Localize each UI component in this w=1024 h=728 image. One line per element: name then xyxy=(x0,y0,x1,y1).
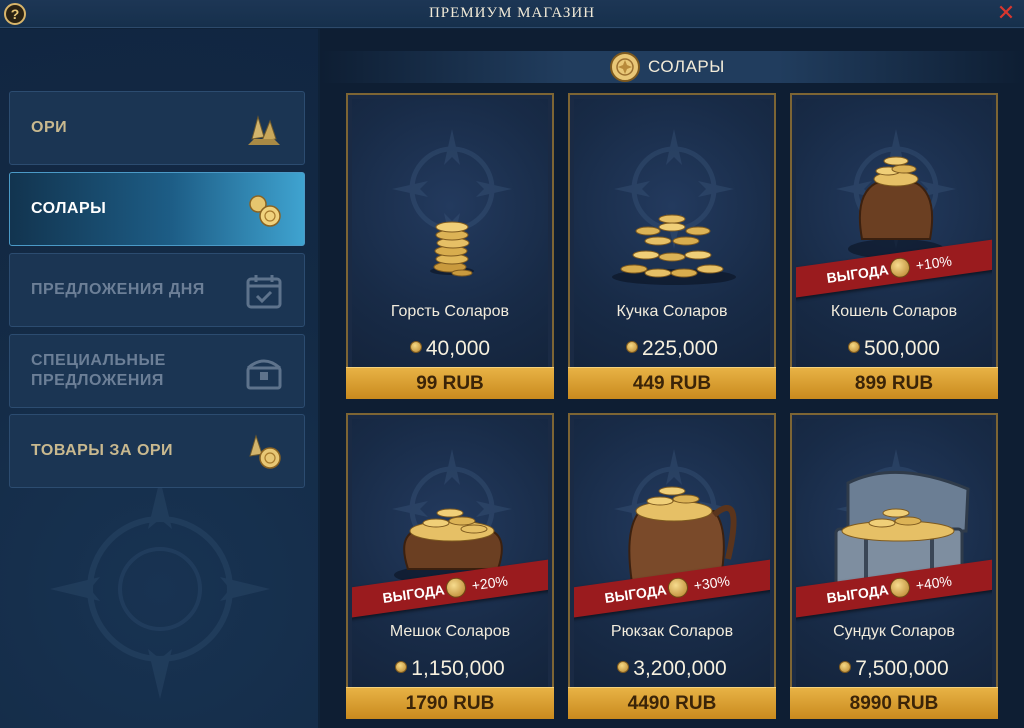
product-amount: 1,150,000 xyxy=(348,657,552,681)
buy-button[interactable]: 899 RUB xyxy=(790,367,998,399)
buy-button[interactable]: 1790 RUB xyxy=(346,687,554,719)
product-amount: 7,500,000 xyxy=(792,657,996,681)
sidebar-item-special-offers[interactable]: СПЕЦИАЛЬНЫЕ ПРЕДЛОЖЕНИЯ xyxy=(9,334,305,408)
solar-coin-icon xyxy=(666,576,690,600)
solar-coin-icon xyxy=(610,52,640,82)
solar-coins-icon xyxy=(249,195,281,227)
solar-coin-icon xyxy=(888,256,912,280)
solar-coin-icon xyxy=(444,576,468,600)
solar-coin-icon xyxy=(626,341,639,353)
amount-value: 3,200,000 xyxy=(633,657,727,680)
product-art xyxy=(352,99,548,367)
solar-coin-icon xyxy=(839,661,852,673)
buy-button[interactable]: 8990 RUB xyxy=(790,687,998,719)
product-card[interactable]: ВЫГОДА +30% Рюкзак Соларов 3,200,000 449… xyxy=(568,413,776,719)
shop-main: СОЛАРЫ Горсть Соларов 40,000 99 RUB Кучк… xyxy=(320,29,1024,728)
calendar-icon xyxy=(246,275,282,309)
ori-goods-icon xyxy=(249,434,281,469)
ori-crystal-icon xyxy=(248,115,280,145)
amount-value: 40,000 xyxy=(425,337,491,360)
product-card[interactable]: ВЫГОДА +20% Мешок Соларов 1,150,000 1790… xyxy=(346,413,554,719)
close-icon[interactable]: ✕ xyxy=(996,2,1016,24)
product-card[interactable]: ВЫГОДА +10% Кошель Соларов 500,000 899 R… xyxy=(790,93,998,399)
product-art: ВЫГОДА +30% xyxy=(574,419,770,687)
sidebar-item-solars[interactable]: СОЛАРЫ xyxy=(9,172,305,246)
sidebar-item-ori[interactable]: ОРИ xyxy=(9,91,305,165)
solar-coin-icon xyxy=(409,341,422,353)
sidebar-item-label: ТОВАРЫ ЗА ОРИ xyxy=(31,442,174,459)
product-amount: 500,000 xyxy=(792,337,996,361)
solar-coin-icon xyxy=(848,341,861,353)
product-amount: 3,200,000 xyxy=(570,657,774,681)
buy-button[interactable]: 99 RUB xyxy=(346,367,554,399)
product-name: Кошель Соларов xyxy=(830,303,958,320)
product-amount: 40,000 xyxy=(348,337,552,361)
product-art xyxy=(574,99,770,367)
sidebar-item-label: СПЕЦИАЛЬНЫЕ ПРЕДЛОЖЕНИЯ xyxy=(31,352,166,389)
section-title: СОЛАРЫ xyxy=(648,57,725,76)
solar-coin-icon xyxy=(617,661,630,673)
product-card[interactable]: ВЫГОДА +40% Сундук Соларов 7,500,000 899… xyxy=(790,413,998,719)
sidebar-item-ori-goods[interactable]: ТОВАРЫ ЗА ОРИ xyxy=(9,414,305,488)
chest-icon xyxy=(246,359,282,390)
bonus-value: +30% xyxy=(692,572,731,594)
product-art: ВЫГОДА +20% xyxy=(352,419,548,687)
bonus-value: +40% xyxy=(914,572,953,594)
product-name: Кучка Соларов xyxy=(616,303,728,320)
bonus-value: +10% xyxy=(914,252,953,274)
product-name: Рюкзак Соларов xyxy=(610,623,734,640)
window-title: ПРЕМИУМ МАГАЗИН xyxy=(428,5,596,21)
product-art: ВЫГОДА +10% xyxy=(796,99,992,367)
solar-coin-icon xyxy=(395,661,408,673)
product-name: Горсть Соларов xyxy=(390,303,510,320)
bonus-value: +20% xyxy=(470,572,509,594)
section-header: СОЛАРЫ xyxy=(320,51,1024,83)
sidebar-item-label: СОЛАРЫ xyxy=(31,200,107,217)
amount-value: 7,500,000 xyxy=(855,657,949,680)
buy-button[interactable]: 449 RUB xyxy=(568,367,776,399)
product-amount: 225,000 xyxy=(570,337,774,361)
sidebar-item-daily-offers[interactable]: ПРЕДЛОЖЕНИЯ ДНЯ xyxy=(9,253,305,327)
amount-value: 225,000 xyxy=(642,337,718,360)
sidebar-emblem-icon xyxy=(50,479,270,699)
product-name: Мешок Соларов xyxy=(389,623,511,640)
amount-value: 500,000 xyxy=(864,337,940,360)
sidebar: ОРИ СОЛАРЫ ПРЕДЛОЖЕНИЯ ДНЯ СПЕЦИАЛЬНЫЕ П… xyxy=(0,29,318,728)
amount-value: 1,150,000 xyxy=(411,657,505,680)
title-bar: ? ПРЕМИУМ МАГАЗИН ✕ xyxy=(0,0,1024,28)
coin-handful-icon xyxy=(430,221,474,277)
product-name: Сундук Соларов xyxy=(833,623,955,640)
product-card[interactable]: Кучка Соларов 225,000 449 RUB xyxy=(568,93,776,399)
coin-pile-icon xyxy=(612,214,736,285)
buy-button[interactable]: 4490 RUB xyxy=(568,687,776,719)
product-card[interactable]: Горсть Соларов 40,000 99 RUB xyxy=(346,93,554,399)
product-art: ВЫГОДА +40% xyxy=(796,419,992,687)
sidebar-item-label: ОРИ xyxy=(31,119,68,136)
solar-coin-icon xyxy=(888,576,912,600)
sidebar-item-label: ПРЕДЛОЖЕНИЯ ДНЯ xyxy=(31,281,205,298)
